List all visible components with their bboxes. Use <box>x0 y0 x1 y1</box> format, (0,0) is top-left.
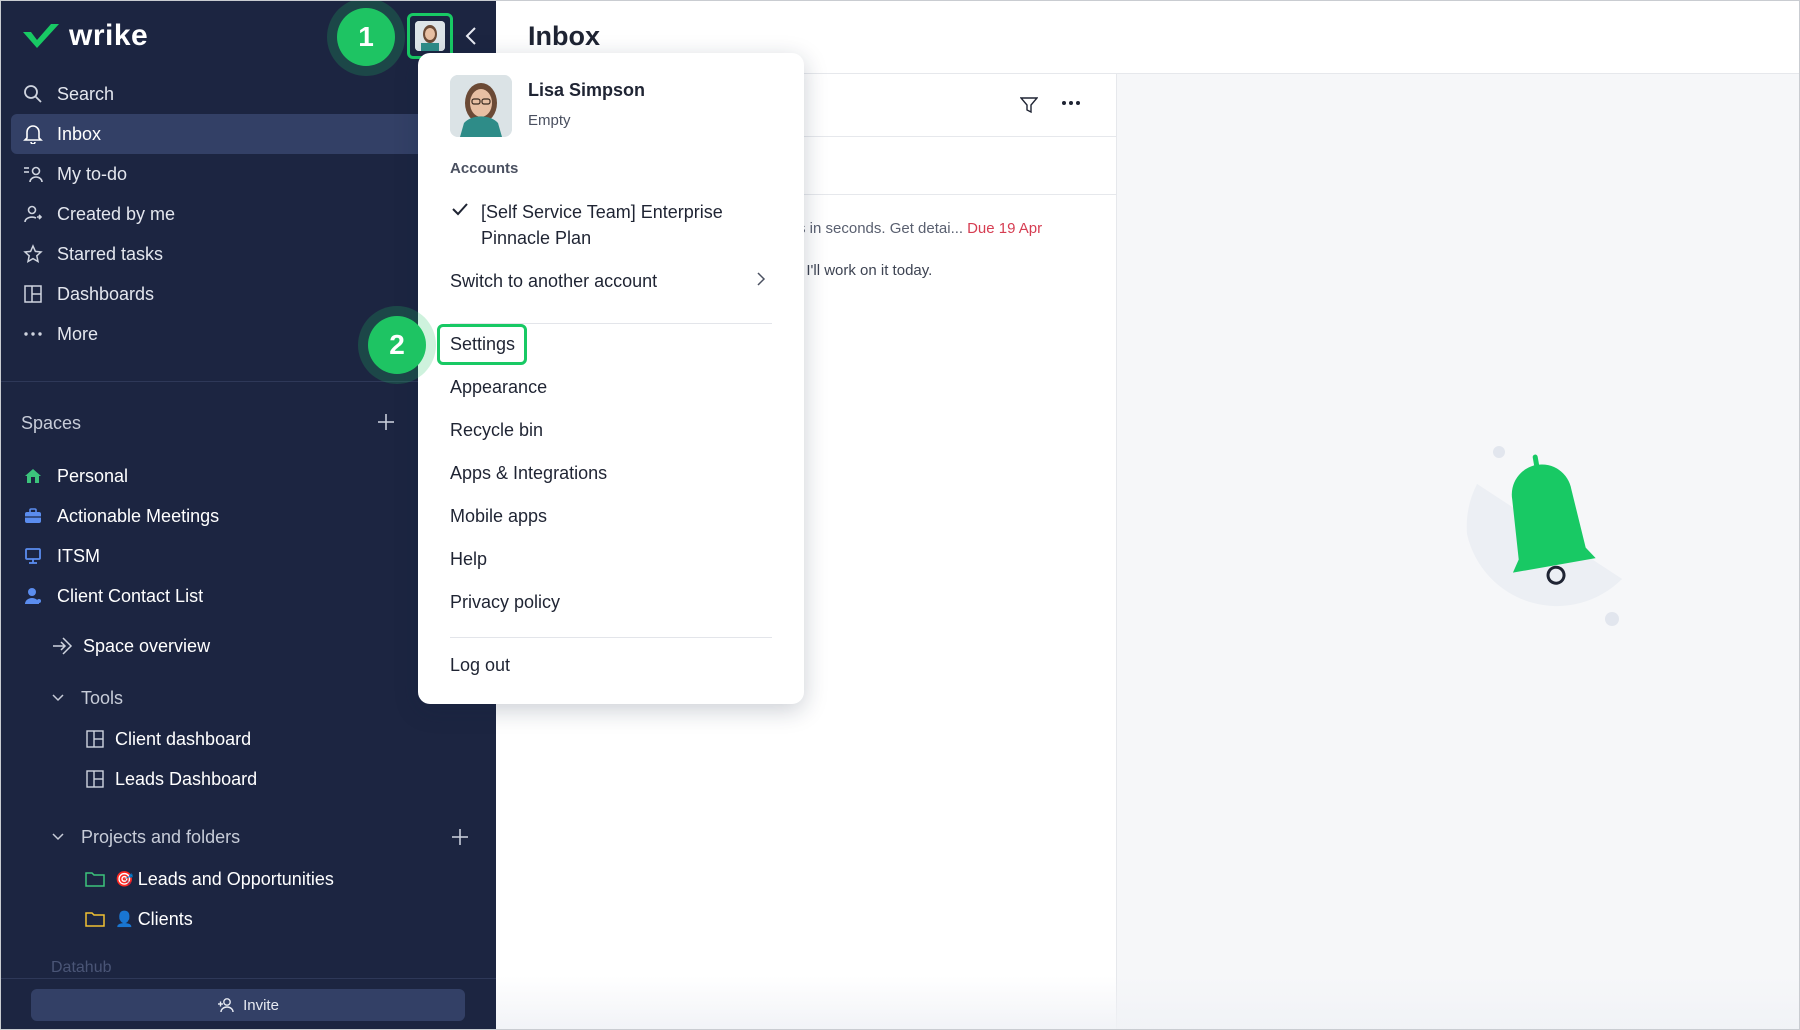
home-icon <box>21 464 45 488</box>
page-title: Inbox <box>528 21 600 51</box>
add-project-button[interactable] <box>451 824 469 850</box>
notification-item[interactable]: , I'll work on it today. <box>798 262 932 279</box>
space-overview[interactable]: Space overview <box>51 626 210 666</box>
folder-icon <box>83 907 107 931</box>
wrike-checkmark-icon <box>23 24 59 48</box>
notification-text: s in seconds. Get detai... <box>798 220 964 237</box>
tool-leads-dashboard[interactable]: Leads Dashboard <box>83 759 257 799</box>
chevron-down-icon <box>52 833 64 841</box>
dashboard-icon <box>83 727 107 751</box>
menu-item-appearance[interactable]: Appearance <box>450 377 547 398</box>
projects-section-toggle[interactable]: Projects and folders <box>51 817 240 857</box>
chevron-right-icon <box>756 271 770 291</box>
avatar <box>415 21 445 51</box>
space-label: Personal <box>57 465 129 486</box>
nav-label: Search <box>57 83 115 104</box>
nav-label: My to-do <box>57 163 128 184</box>
bell-icon <box>21 122 45 146</box>
nav-label: More <box>57 323 99 344</box>
more-options-button[interactable] <box>1058 90 1084 116</box>
menu-item-recycle-bin[interactable]: Recycle bin <box>450 420 543 441</box>
folder-icon <box>83 867 107 891</box>
folder-emoji: 🎯 <box>115 871 134 888</box>
add-user-icon <box>218 998 234 1013</box>
menu-item-settings[interactable]: Settings <box>450 334 515 355</box>
menu-item-privacy-policy[interactable]: Privacy policy <box>450 592 560 613</box>
nav-label: Inbox <box>57 123 102 144</box>
folder-leads-and-opportunities[interactable]: 🎯 Leads and Opportunities <box>83 859 334 899</box>
folder-label: Leads and Opportunities <box>137 868 334 889</box>
dashboard-icon <box>21 282 45 306</box>
step-badge-1: 1 <box>337 8 395 66</box>
tools-section-toggle[interactable]: Tools <box>51 678 123 718</box>
switch-account-item[interactable]: Switch to another account <box>450 271 657 292</box>
menu-item-log-out[interactable]: Log out <box>450 655 510 676</box>
wrike-logo[interactable]: wrike <box>21 19 148 53</box>
bell-illustration <box>1427 444 1627 649</box>
space-label: Client Contact List <box>57 585 204 606</box>
space-overview-label: Space overview <box>83 635 211 656</box>
collapse-sidebar-button[interactable] <box>459 21 483 51</box>
plus-icon <box>378 414 394 430</box>
detail-pane <box>1117 74 1799 1029</box>
notification-text: , I'll work on it today. <box>798 262 933 279</box>
datahub-link[interactable]: Datahub <box>51 959 112 977</box>
accounts-title: Accounts <box>450 160 519 177</box>
folder-label: Clients <box>137 908 193 929</box>
more-dots-icon <box>1062 101 1080 105</box>
check-icon <box>450 199 470 219</box>
tool-label: Client dashboard <box>115 728 252 749</box>
tools-title: Tools <box>81 687 124 708</box>
due-date: Due 19 Apr <box>967 220 1043 237</box>
search-icon <box>21 82 45 106</box>
invite-label: Invite <box>243 996 279 1014</box>
account-menu-dropdown: Lisa Simpson Empty Accounts [Self Servic… <box>418 53 804 704</box>
folder-clients[interactable]: 👤 Clients <box>83 899 193 939</box>
notification-item[interactable]: s in seconds. Get detai... Due 19 Apr <box>798 220 1042 237</box>
nav-label: Dashboards <box>57 283 155 304</box>
todo-icon <box>21 162 45 186</box>
projects-title: Projects and folders <box>81 826 241 847</box>
more-dots-icon <box>21 322 45 346</box>
plus-icon <box>452 829 468 845</box>
nav-label: Created by me <box>57 203 176 224</box>
logo-text: wrike <box>69 19 149 52</box>
space-label: ITSM <box>57 545 100 566</box>
person-icon <box>21 584 45 608</box>
chevron-left-icon <box>465 27 476 45</box>
folder-emoji: 👤 <box>115 911 134 928</box>
space-label: Actionable Meetings <box>57 505 220 526</box>
tool-label: Leads Dashboard <box>115 768 258 789</box>
invite-button[interactable]: Invite <box>31 989 465 1021</box>
avatar <box>450 75 512 137</box>
app-window: wrike Search Inbox My to-do Created by m… <box>0 0 1800 1030</box>
spaces-title: Spaces <box>21 413 82 433</box>
menu-divider <box>450 637 772 638</box>
step-badge-2: 2 <box>368 316 426 374</box>
menu-item-help[interactable]: Help <box>450 549 487 570</box>
star-icon <box>21 242 45 266</box>
nav-label: Starred tasks <box>57 243 164 264</box>
enter-arrow-icon <box>51 634 75 658</box>
add-space-button[interactable] <box>377 409 395 435</box>
user-name: Lisa Simpson <box>528 80 646 100</box>
filter-icon <box>1020 97 1038 114</box>
briefcase-icon <box>21 504 45 528</box>
dashboard-icon <box>83 767 107 791</box>
current-account[interactable]: [Self Service Team] Enterprise Pinnacle … <box>481 199 771 251</box>
tool-client-dashboard[interactable]: Client dashboard <box>83 719 251 759</box>
user-arrow-icon <box>21 202 45 226</box>
menu-item-apps-integrations[interactable]: Apps & Integrations <box>450 463 607 484</box>
filter-button[interactable] <box>1016 92 1042 118</box>
chevron-down-icon <box>52 694 64 702</box>
menu-item-mobile-apps[interactable]: Mobile apps <box>450 506 547 527</box>
user-status: Empty <box>528 112 571 129</box>
sidebar-footer: Invite <box>1 978 496 1029</box>
monitor-icon <box>21 544 45 568</box>
